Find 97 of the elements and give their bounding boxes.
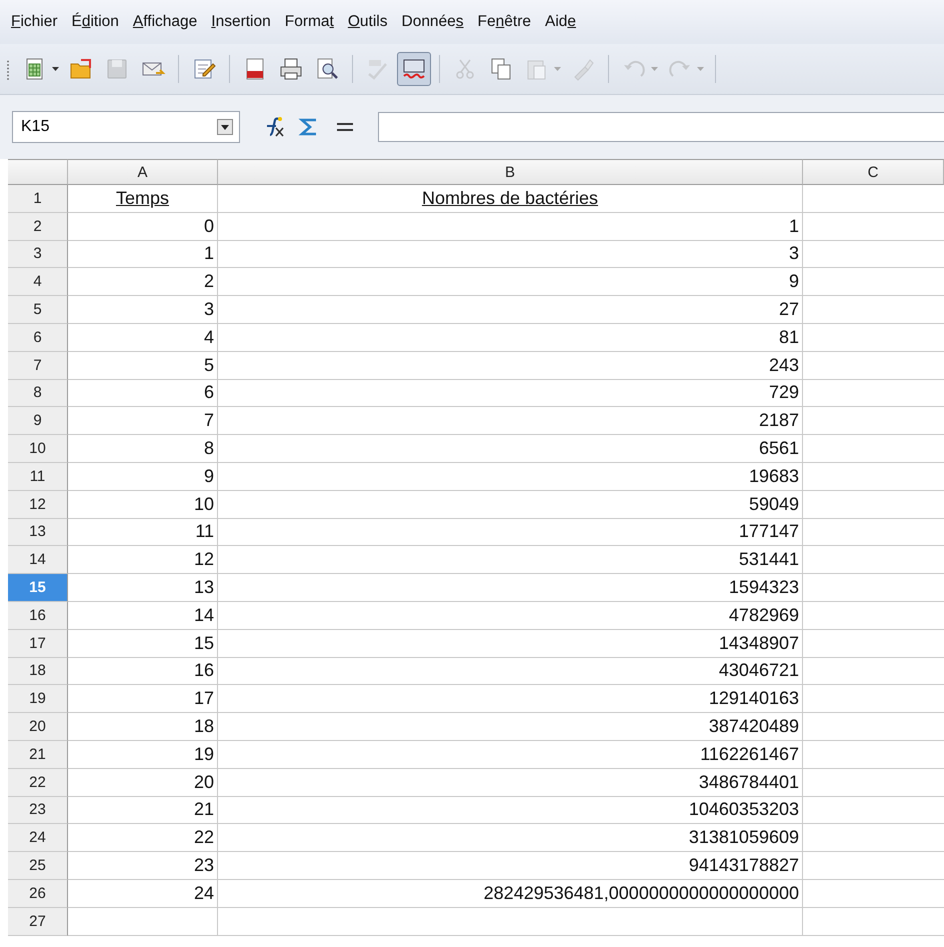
menu-item[interactable]: Données (394, 11, 471, 33)
table-cell: 7 (68, 407, 218, 436)
formula-input-field[interactable] (378, 112, 944, 142)
row-header[interactable]: 4 (8, 268, 68, 296)
table-cell: 6561 (218, 435, 803, 463)
row-header[interactable]: 7 (8, 352, 68, 380)
row-header[interactable]: 14 (8, 546, 68, 574)
table-cell: 729 (218, 380, 803, 408)
row-header[interactable]: 13 (8, 518, 68, 546)
menu-item[interactable]: Édition (64, 11, 126, 33)
menu-item[interactable]: Affichage (126, 11, 204, 33)
table-cell: 129140163 (218, 685, 803, 714)
table-cell: 14348907 (218, 630, 803, 658)
row-header[interactable]: 17 (8, 630, 68, 658)
menu-item[interactable]: Fenêtre (470, 11, 538, 33)
table-cell: 8 (68, 435, 218, 463)
dropdown-arrow-icon[interactable] (52, 67, 59, 71)
row-header[interactable]: 26 (8, 880, 68, 908)
table-cell: 43046721 (218, 658, 803, 686)
row-header[interactable]: 12 (8, 490, 68, 519)
column-header[interactable]: C (803, 159, 944, 185)
table-cell: 81 (218, 324, 803, 352)
table-cell: 177147 (218, 518, 803, 546)
select-all-corner[interactable] (8, 159, 68, 185)
menu-item[interactable]: Format (278, 11, 341, 33)
row-header[interactable]: 2 (8, 212, 68, 241)
table-cell: 10 (68, 490, 218, 519)
table-cell: 387420489 (218, 713, 803, 741)
table-cell: 19683 (218, 462, 803, 491)
table-cell: 27 (218, 296, 803, 324)
table-cell: 23 (68, 852, 218, 880)
table-cell: 24 (68, 880, 218, 908)
row-header[interactable]: 25 (8, 852, 68, 880)
row-header[interactable]: 20 (8, 713, 68, 741)
table-cell: 282429536481,0000000000000000000 (218, 880, 803, 908)
table-cell: 1 (68, 240, 218, 268)
row-header[interactable]: 19 (8, 685, 68, 714)
menu-item[interactable]: Outils (340, 11, 394, 33)
row-header[interactable]: 23 (8, 796, 68, 824)
table-cell: 13 (68, 574, 218, 602)
table-cell: 31381059609 (218, 824, 803, 852)
table-cell: 22 (68, 824, 218, 852)
column-header[interactable]: B (218, 159, 803, 185)
row-header[interactable]: 6 (8, 324, 68, 352)
row-header[interactable]: 3 (8, 240, 68, 268)
table-cell: 243 (218, 352, 803, 380)
menu-item[interactable]: Aide (538, 11, 584, 33)
table-cell: 14 (68, 602, 218, 630)
table-cell: 12 (68, 546, 218, 574)
table-cell: 17 (68, 685, 218, 714)
row-header[interactable]: 5 (8, 296, 68, 324)
table-cell: 16 (68, 658, 218, 686)
table-cell: 18 (68, 713, 218, 741)
table-cell: 531441 (218, 546, 803, 574)
table-cell: 4782969 (218, 602, 803, 630)
row-header[interactable]: 24 (8, 824, 68, 852)
table-cell: 6 (68, 380, 218, 408)
table-cell: 9 (68, 462, 218, 491)
autospell-tool-icon[interactable] (397, 52, 431, 86)
row-header[interactable]: 18 (8, 658, 68, 686)
table-cell: 21 (68, 796, 218, 824)
row-header[interactable]: 8 (8, 380, 68, 408)
table-cell: Temps (68, 185, 218, 213)
equals-icon[interactable] (336, 122, 354, 132)
row-header[interactable]: 9 (8, 407, 68, 436)
row-header[interactable]: 22 (8, 768, 68, 797)
menu-item[interactable]: Fichier (4, 11, 65, 33)
row-header[interactable]: 16 (8, 602, 68, 630)
menu-item[interactable]: Insertion (204, 11, 278, 33)
table-cell: 59049 (218, 490, 803, 519)
row-header[interactable]: 11 (8, 462, 68, 491)
table-cell: 2187 (218, 407, 803, 436)
name-box[interactable]: K15 (12, 111, 240, 143)
toolbar-grip-icon (6, 58, 10, 80)
row-header[interactable]: 21 (8, 740, 68, 769)
table-cell: 3 (218, 240, 803, 268)
column-header[interactable]: A (68, 159, 218, 185)
table-cell: 9 (218, 268, 803, 296)
table-cell: 19 (68, 740, 218, 769)
table-cell: 1162261467 (218, 740, 803, 769)
table-cell: 1594323 (218, 574, 803, 602)
row-header[interactable]: 1 (8, 185, 68, 213)
table-cell: 94143178827 (218, 852, 803, 880)
table-cell: 0 (68, 212, 218, 241)
table-cell: 3 (68, 296, 218, 324)
table-cell: 15 (68, 630, 218, 658)
table-cell: 5 (68, 352, 218, 380)
table-cell: 3486784401 (218, 768, 803, 797)
table-cell: 4 (68, 324, 218, 352)
row-header[interactable]: 10 (8, 435, 68, 463)
table-cell: 11 (68, 518, 218, 546)
table-cell: 1 (218, 212, 803, 241)
table-cell: 10460353203 (218, 796, 803, 824)
row-header[interactable]: 27 (8, 908, 68, 936)
table-cell: Nombres de bactéries (218, 185, 803, 213)
table-cell: 20 (68, 768, 218, 797)
table-cell: 2 (68, 268, 218, 296)
